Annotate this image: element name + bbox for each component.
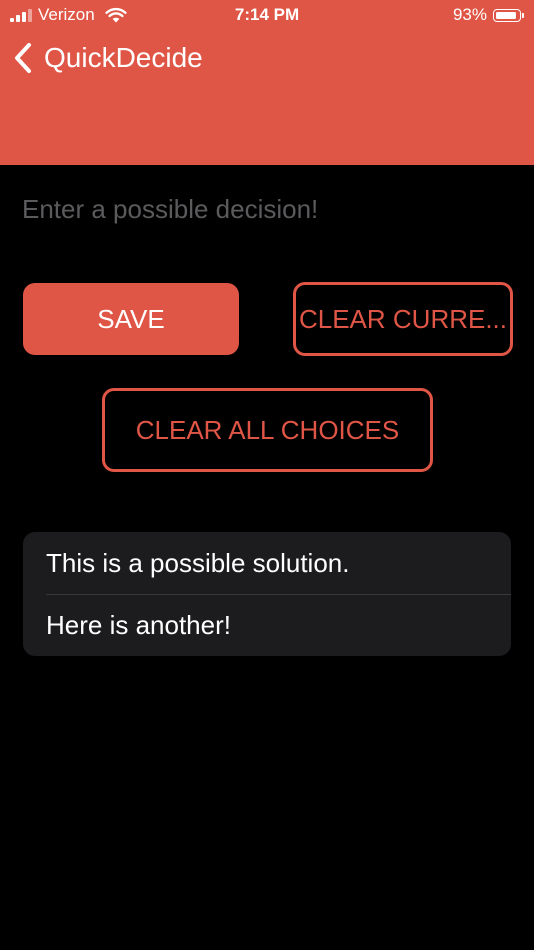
chevron-left-icon[interactable] xyxy=(12,41,34,75)
battery-level-fill xyxy=(496,11,516,19)
save-button-label: SAVE xyxy=(97,303,165,334)
status-bar: Verizon 7:14 PM 93% xyxy=(0,0,534,32)
battery-percent: 93% xyxy=(452,5,487,24)
list-item[interactable]: Here is another! xyxy=(23,594,511,656)
list-item-label: Here is another! xyxy=(46,609,231,640)
battery-status: 93% xyxy=(453,5,524,25)
back-button-title[interactable]: QuickDecide xyxy=(44,42,203,74)
save-button[interactable]: SAVE xyxy=(23,283,239,355)
clear-all-choices-button[interactable]: CLEAR ALL CHOICES xyxy=(102,388,433,472)
list-item[interactable]: This is a possible solution. xyxy=(23,532,511,594)
clear-all-choices-button-label: CLEAR ALL CHOICES xyxy=(135,414,400,445)
navigation-header: Verizon 7:14 PM 93% QuickDecide xyxy=(0,0,534,165)
clear-current-button-label: CLEAR CURRE... xyxy=(298,303,508,334)
battery-icon xyxy=(493,8,521,22)
clear-current-button[interactable]: CLEAR CURRE... xyxy=(293,282,513,356)
battery-tip xyxy=(522,12,524,18)
choices-list: This is a possible solution. Here is ano… xyxy=(23,532,511,656)
app-screen: Verizon 7:14 PM 93% QuickDecide Enter a … xyxy=(0,0,534,950)
nav-bar: QuickDecide xyxy=(0,36,203,80)
list-item-label: This is a possible solution. xyxy=(46,547,350,578)
decision-input[interactable] xyxy=(22,188,512,230)
